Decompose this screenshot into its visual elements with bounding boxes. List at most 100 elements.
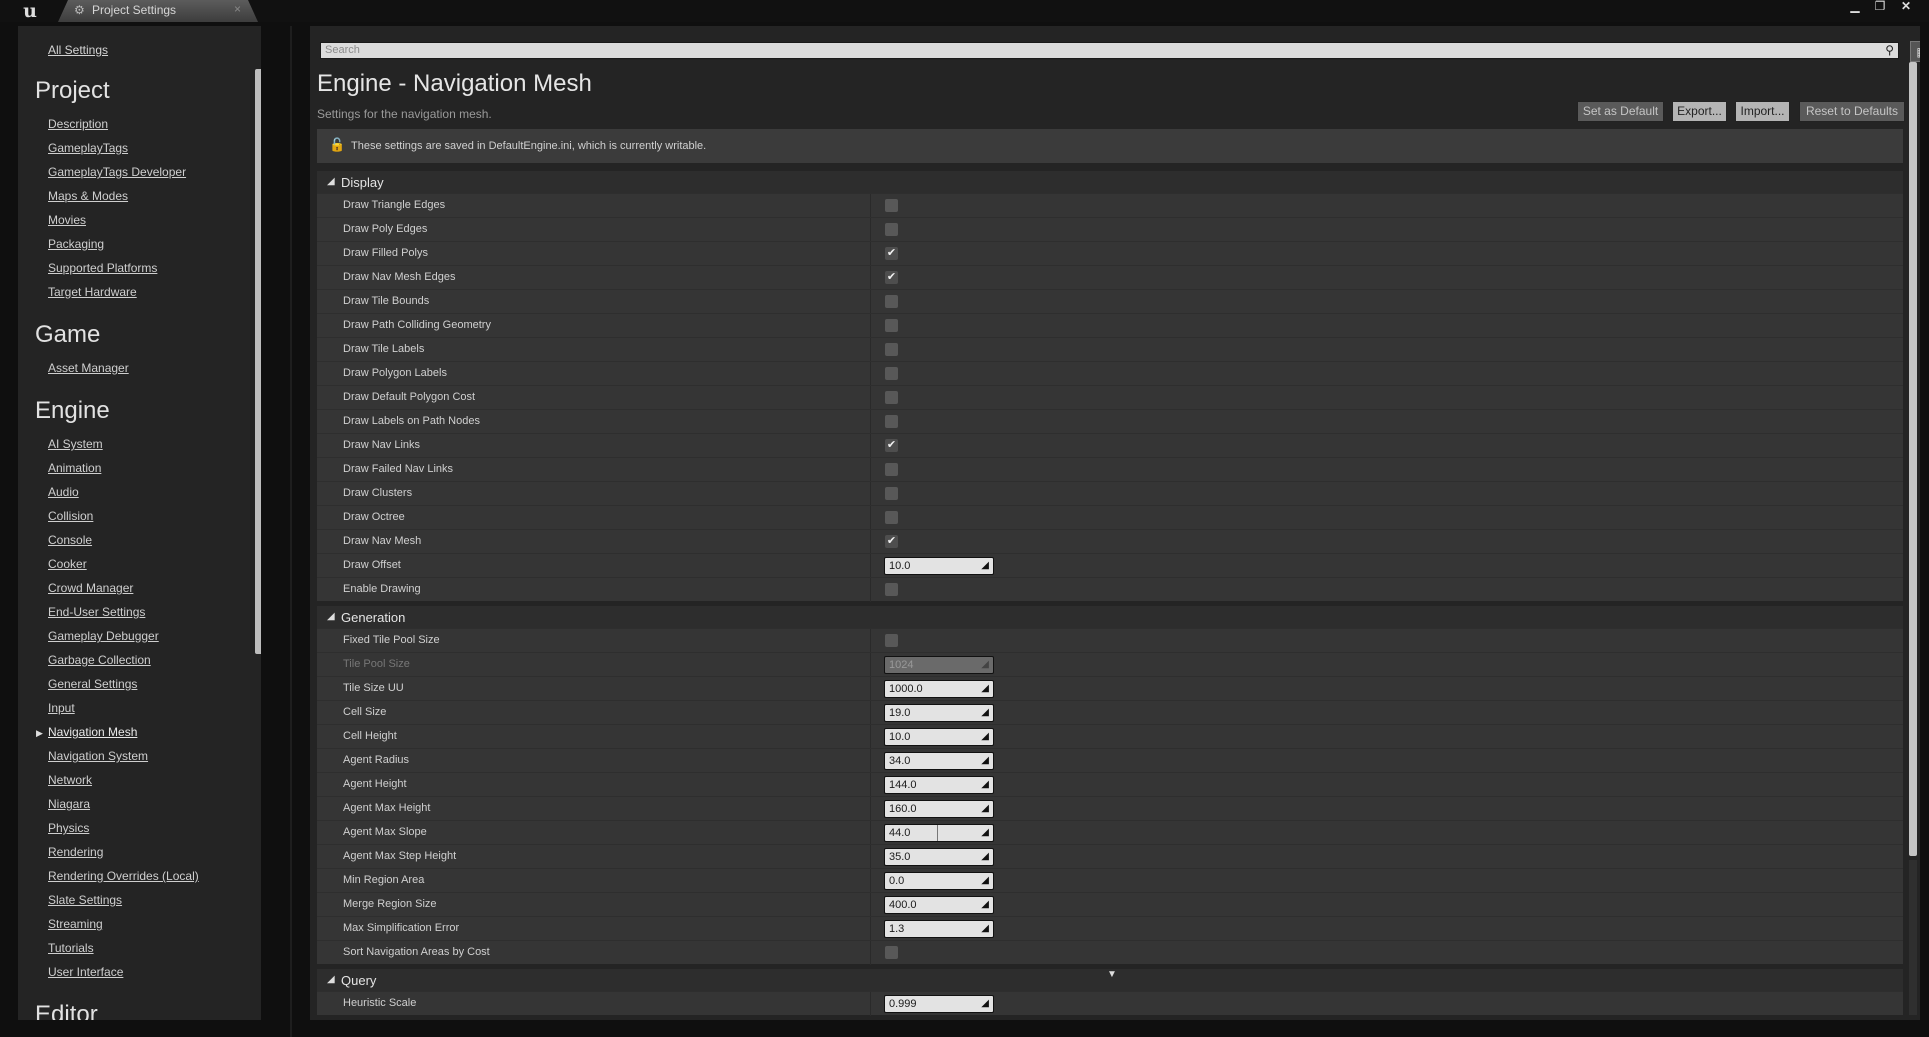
checkbox-checked[interactable]: ✔: [885, 535, 898, 548]
sidebar-item-general-settings[interactable]: General Settings: [48, 677, 137, 691]
drag-resize-icon[interactable]: ◢: [981, 558, 989, 574]
checkbox-unchecked[interactable]: [885, 391, 898, 404]
column-splitter[interactable]: [870, 917, 871, 941]
column-splitter[interactable]: [870, 677, 871, 701]
sidebar-item-slate-settings[interactable]: Slate Settings: [48, 893, 122, 907]
number-input-agent-max-slope[interactable]: 44.0 ◢: [884, 824, 994, 842]
number-input-agent-radius[interactable]: 34.0 ◢: [884, 752, 994, 770]
sidebar-item-user-interface[interactable]: User Interface: [48, 965, 123, 979]
drag-resize-icon[interactable]: ◢: [981, 825, 989, 841]
checkbox-checked[interactable]: ✔: [885, 247, 898, 260]
sidebar-item-gameplaytags[interactable]: GameplayTags: [48, 141, 128, 155]
sidebar-item-navigation-mesh[interactable]: Navigation Mesh: [48, 725, 137, 739]
column-splitter[interactable]: [870, 797, 871, 821]
checkbox-unchecked[interactable]: [885, 319, 898, 332]
search-input[interactable]: Search ⚲: [320, 42, 1899, 59]
details-scrollbar[interactable]: [1909, 62, 1917, 856]
sidebar-item-input[interactable]: Input: [48, 701, 75, 715]
column-splitter[interactable]: [870, 434, 871, 458]
restore-icon[interactable]: ❐: [1870, 0, 1890, 12]
checkbox-unchecked[interactable]: [885, 487, 898, 500]
checkbox-unchecked[interactable]: [885, 463, 898, 476]
sidebar-item-movies[interactable]: Movies: [48, 213, 86, 227]
column-splitter[interactable]: [870, 314, 871, 338]
sidebar-item-crowd-manager[interactable]: Crowd Manager: [48, 581, 133, 595]
checkbox-unchecked[interactable]: [885, 343, 898, 356]
import-button[interactable]: Import...: [1735, 101, 1790, 122]
checkbox-unchecked[interactable]: [885, 223, 898, 236]
number-input-cell-height[interactable]: 10.0 ◢: [884, 728, 994, 746]
tab-close-icon[interactable]: ×: [234, 2, 241, 16]
drag-resize-icon[interactable]: ◢: [981, 705, 989, 721]
checkbox-unchecked[interactable]: [885, 415, 898, 428]
number-input-tile-size-uu[interactable]: 1000.0 ◢: [884, 680, 994, 698]
number-input-merge-region-size[interactable]: 400.0 ◢: [884, 896, 994, 914]
number-input-max-simplification-error[interactable]: 1.3 ◢: [884, 920, 994, 938]
drag-resize-icon[interactable]: ◢: [981, 849, 989, 865]
collapse-triangle-icon[interactable]: ◢: [327, 974, 335, 985]
column-splitter[interactable]: [870, 821, 871, 845]
set-as-default-button[interactable]: Set as Default: [1577, 101, 1664, 122]
drag-resize-icon[interactable]: ◢: [981, 681, 989, 697]
sidebar-item-ai-system[interactable]: AI System: [48, 437, 103, 451]
drag-resize-icon[interactable]: ◢: [981, 777, 989, 793]
drag-resize-icon[interactable]: ◢: [981, 801, 989, 817]
sidebar-item-cooker[interactable]: Cooker: [48, 557, 87, 571]
sidebar-item-gameplaytags-developer[interactable]: GameplayTags Developer: [48, 165, 186, 179]
collapse-triangle-icon[interactable]: ◢: [327, 611, 335, 622]
column-splitter[interactable]: [870, 578, 871, 602]
checkbox-unchecked[interactable]: [885, 511, 898, 524]
column-splitter[interactable]: [870, 194, 871, 218]
sidebar-scrollbar[interactable]: [255, 69, 261, 654]
checkbox-unchecked[interactable]: [885, 367, 898, 380]
column-splitter[interactable]: [870, 362, 871, 386]
all-settings-link[interactable]: All Settings: [48, 43, 108, 57]
drag-resize-icon[interactable]: ◢: [981, 729, 989, 745]
reset-to-defaults-button[interactable]: Reset to Defaults: [1799, 101, 1905, 122]
sidebar-item-tutorials[interactable]: Tutorials: [48, 941, 94, 955]
column-splitter[interactable]: [870, 893, 871, 917]
sidebar-item-end-user-settings[interactable]: End-User Settings: [48, 605, 145, 619]
column-splitter[interactable]: [870, 773, 871, 797]
sidebar-item-niagara[interactable]: Niagara: [48, 797, 90, 811]
sidebar-item-target-hardware[interactable]: Target Hardware: [48, 285, 137, 299]
column-splitter[interactable]: [870, 629, 871, 653]
column-splitter[interactable]: [870, 941, 871, 965]
sidebar-item-garbage-collection[interactable]: Garbage Collection: [48, 653, 151, 667]
number-input-agent-max-step-height[interactable]: 35.0 ◢: [884, 848, 994, 866]
view-options-grid-icon[interactable]: ▦: [1910, 41, 1920, 62]
close-icon[interactable]: ✕: [1896, 0, 1916, 12]
column-splitter[interactable]: [870, 506, 871, 530]
advanced-expand-arrow-icon[interactable]: ▼: [1107, 969, 1117, 980]
number-input-agent-max-height[interactable]: 160.0 ◢: [884, 800, 994, 818]
checkbox-unchecked[interactable]: [885, 946, 898, 959]
sidebar-item-audio[interactable]: Audio: [48, 485, 79, 499]
column-splitter[interactable]: [870, 410, 871, 434]
column-splitter[interactable]: [870, 458, 871, 482]
section-display[interactable]: ◢ Display: [317, 171, 1903, 193]
column-splitter[interactable]: [870, 869, 871, 893]
column-splitter[interactable]: [870, 845, 871, 869]
column-splitter[interactable]: [870, 266, 871, 290]
number-input-heuristic-scale[interactable]: 0.999 ◢: [884, 995, 994, 1013]
slider-handle[interactable]: [937, 825, 938, 841]
column-splitter[interactable]: [870, 749, 871, 773]
column-splitter[interactable]: [870, 554, 871, 578]
sidebar-item-maps-modes[interactable]: Maps & Modes: [48, 189, 128, 203]
drag-resize-icon[interactable]: ◢: [981, 873, 989, 889]
column-splitter[interactable]: [870, 242, 871, 266]
column-splitter[interactable]: [870, 482, 871, 506]
sidebar-item-gameplay-debugger[interactable]: Gameplay Debugger: [48, 629, 159, 643]
sidebar-item-collision[interactable]: Collision: [48, 509, 93, 523]
drag-resize-icon[interactable]: ◢: [981, 657, 989, 673]
sidebar-item-description[interactable]: Description: [48, 117, 108, 131]
drag-resize-icon[interactable]: ◢: [981, 996, 989, 1012]
export-button[interactable]: Export...: [1672, 101, 1727, 122]
number-input-cell-size[interactable]: 19.0 ◢: [884, 704, 994, 722]
checkbox-unchecked[interactable]: [885, 634, 898, 647]
column-splitter[interactable]: [870, 992, 871, 1016]
column-splitter[interactable]: [870, 725, 871, 749]
checkbox-unchecked[interactable]: [885, 583, 898, 596]
sidebar-item-packaging[interactable]: Packaging: [48, 237, 104, 251]
sidebar-item-animation[interactable]: Animation: [48, 461, 101, 475]
